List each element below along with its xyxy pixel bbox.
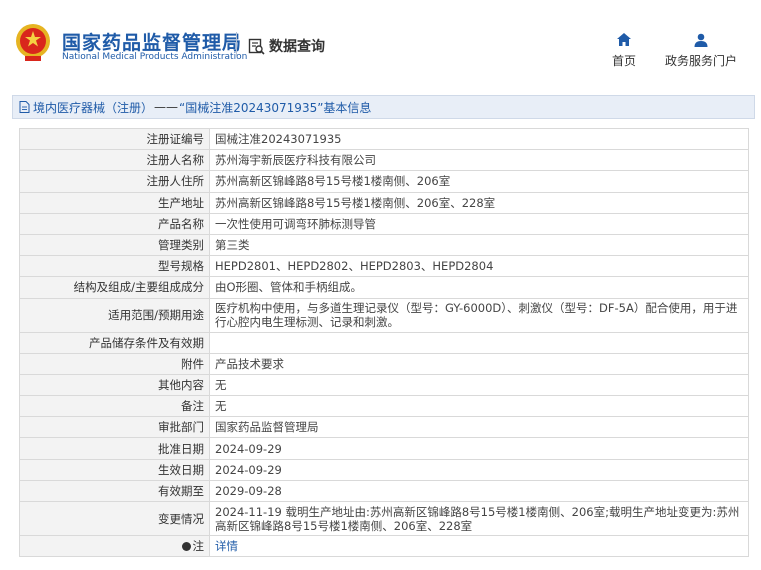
table-row: 结构及组成/主要组成成分 由O形圈、管体和手柄组成。 [19, 276, 749, 299]
breadcrumb-title: “国械注准20243071935”基本信息 [179, 100, 372, 115]
nav-home-label: 首页 [611, 54, 636, 68]
details-link[interactable]: 详情 [215, 539, 238, 553]
row-value: 一次性使用可调弯环肺标测导管 [209, 212, 749, 235]
nav-service-portal[interactable]: 政务服务门户 [662, 31, 740, 69]
user-icon [694, 33, 708, 47]
table-row: 注 详情 [19, 534, 749, 558]
row-label: 生效日期 [19, 458, 210, 481]
row-label: 批准日期 [19, 437, 210, 460]
row-value: 无 [209, 373, 749, 397]
row-value: 国械注准20243071935 [209, 127, 749, 151]
table-row: 附件 产品技术要求 [19, 352, 749, 375]
row-value: 苏州高新区锦峰路8号15号楼1楼南侧、206室、228室 [209, 191, 749, 214]
row-value: 第三类 [209, 233, 749, 257]
row-label: 注册人住所 [19, 170, 210, 193]
nav-home[interactable]: 首页 [607, 31, 641, 69]
data-query-link[interactable]: 数据查询 [248, 36, 325, 56]
logo-subtitle: National Medical Products Administration [62, 52, 248, 62]
row-value: 2024-09-29 [209, 437, 749, 460]
table-row: 备注无 [19, 395, 749, 418]
row-label: 有效期至 [19, 479, 210, 503]
row-value: 苏州高新区锦峰路8号15号楼1楼南侧、206室 [209, 170, 749, 193]
breadcrumb-separator: —— [154, 100, 179, 114]
note-value-cell: 详情 [209, 534, 749, 558]
row-label: 注册证编号 [19, 127, 210, 151]
row-value: HEPD2801、HEPD2802、HEPD2803、HEPD2804 [209, 255, 749, 278]
table-row: 适用范围/预期用途 医疗机构中使用，与多道生理记录仪（型号：GY-6000D）、刺… [19, 297, 749, 333]
table-row: 生效日期 2024-09-29 [19, 458, 749, 481]
row-label: 审批部门 [19, 416, 210, 439]
row-value: 苏州海宇新辰医疗科技有限公司 [209, 149, 749, 172]
national-emblem-icon [16, 24, 50, 61]
row-value [209, 331, 749, 354]
table-row: 有效期至 2029-09-28 [19, 479, 749, 503]
table-row: 批准日期 2024-09-29 [19, 437, 749, 460]
header-divider [236, 32, 237, 56]
row-label: 生产地址 [19, 191, 210, 214]
row-value: 由O形圈、管体和手柄组成。 [209, 276, 749, 299]
row-value: 医疗机构中使用，与多道生理记录仪（型号：GY-6000D）、刺激仪（型号：DF-… [209, 297, 749, 333]
table-row: 注册人名称 苏州海宇新辰医疗科技有限公司 [19, 149, 749, 172]
registration-info-table: 注册证编号 国械注准20243071935 注册人名称 苏州海宇新辰医疗科技有限公司… [19, 127, 749, 558]
document-icon [19, 101, 30, 113]
breadcrumb: 境内医疗器械（注册） —— “国械注准20243071935”基本信息 [12, 95, 755, 119]
header: 国家药品监督管理局 National Medical Products Admi… [0, 0, 761, 84]
table-row: 管理类别 第三类 [19, 233, 749, 257]
row-label: 型号规格 [19, 255, 210, 278]
row-label: 附件 [19, 352, 210, 375]
table-row: 型号规格 HEPD2801、HEPD2802、HEPD2803、HEPD2804 [19, 255, 749, 278]
breadcrumb-section[interactable]: 境内医疗器械（注册） [33, 99, 153, 116]
row-label: 注 [192, 539, 205, 554]
row-label: 备注 [19, 395, 210, 418]
data-query-label: 数据查询 [269, 39, 325, 55]
row-label: 注册人名称 [19, 149, 210, 172]
table-row: 产品储存条件及有效期 [19, 331, 749, 354]
row-value: 无 [209, 395, 749, 418]
row-label: 结构及组成/主要组成成分 [19, 276, 210, 299]
note-label-cell: 注 [19, 534, 210, 558]
table-row: 其他内容无 [19, 373, 749, 397]
row-value: 2024-11-19 载明生产地址由:苏州高新区锦峰路8号15号楼1楼南侧、20… [209, 501, 749, 536]
nav-service-portal-label: 政务服务门户 [664, 54, 737, 68]
row-label: 适用范围/预期用途 [19, 297, 210, 333]
table-row: 审批部门 国家药品监督管理局 [19, 416, 749, 439]
home-icon [617, 33, 631, 46]
row-value: 2029-09-28 [209, 479, 749, 503]
row-label: 其他内容 [19, 373, 210, 397]
table-row: 变更情况 2024-11-19 载明生产地址由:苏州高新区锦峰路8号15号楼1楼南… [19, 501, 749, 536]
row-value: 产品技术要求 [209, 352, 749, 375]
info-icon [181, 542, 191, 552]
row-label: 产品储存条件及有效期 [19, 331, 210, 354]
table-row: 产品名称 一次性使用可调弯环肺标测导管 [19, 212, 749, 235]
table-row: 生产地址 苏州高新区锦峰路8号15号楼1楼南侧、206室、228室 [19, 191, 749, 214]
row-value: 国家药品监督管理局 [209, 416, 749, 439]
row-value: 2024-09-29 [209, 458, 749, 481]
row-label: 变更情况 [19, 501, 210, 536]
logo-title[interactable]: 国家药品监督管理局 [62, 28, 242, 55]
search-document-icon [248, 38, 265, 55]
table-row: 注册人住所 苏州高新区锦峰路8号15号楼1楼南侧、206室 [19, 170, 749, 193]
row-label: 产品名称 [19, 212, 210, 235]
row-label: 管理类别 [19, 233, 210, 257]
table-row: 注册证编号 国械注准20243071935 [19, 127, 749, 151]
